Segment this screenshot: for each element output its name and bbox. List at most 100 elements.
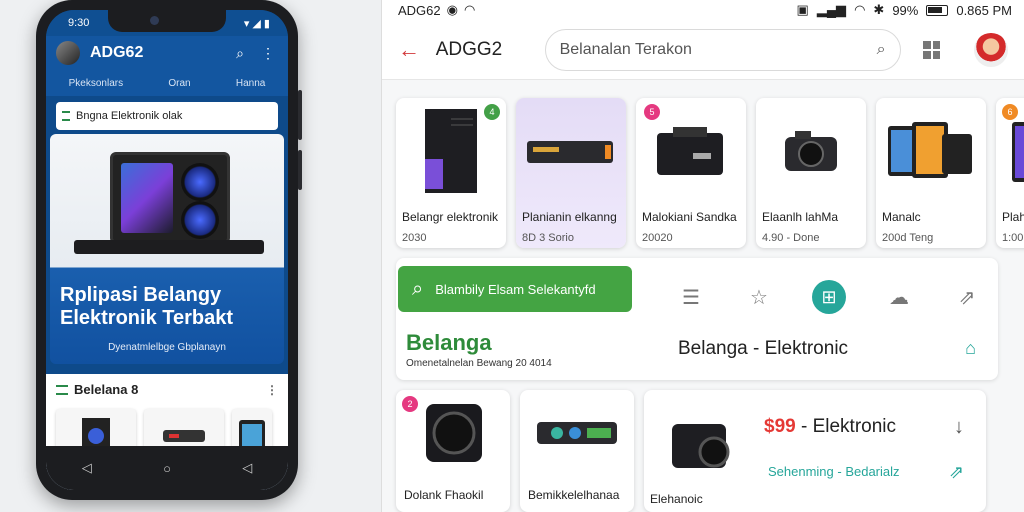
menu-lines-icon (62, 111, 70, 121)
power-button (298, 150, 302, 190)
phone-section-title: Belelana 8 (74, 382, 139, 397)
camera-image (785, 131, 837, 171)
card-badge: 6 (1002, 104, 1018, 120)
phone-search-text: Bngna Elektronik olak (76, 110, 183, 122)
featured-subtitle: Sehenming - Bedarialz (768, 464, 900, 479)
phone-app-bar: ADG62 ⌕ ⋮ (46, 36, 288, 70)
pc-tower-image (425, 109, 477, 193)
camera-icon: ◉ (446, 2, 458, 17)
speaker-monitor-image (110, 152, 230, 244)
device-stand-image (74, 240, 264, 254)
search-placeholder: Belanalan Terakon (559, 40, 692, 58)
gadget-image (537, 422, 617, 444)
phone-image (1012, 122, 1024, 182)
product-card-6[interactable]: 6 Plah 1:00 (996, 98, 1024, 248)
phone-tab-1[interactable]: Pkeksonlars (69, 78, 123, 89)
user-avatar[interactable] (974, 32, 1008, 67)
phone-tabs: Pkeksonlars Oran Hanna (46, 70, 288, 96)
phone-hero-title: Rplipasi Belangy Elektronik Terbakt (60, 284, 233, 330)
featured-price-value: $99 (764, 416, 796, 437)
status-time: 0.865 PM (956, 2, 1012, 18)
product-card-2[interactable]: Planianin elkanng 8D 3 Sorio (516, 98, 626, 248)
section-more-icon[interactable]: ⋮ (266, 383, 278, 397)
promo-brand-sub: Omenetalnelan Bewang 20 4014 (406, 358, 552, 369)
speaker-image (426, 404, 482, 462)
card-price: 2030 (402, 232, 427, 244)
vibrate-icon: ▣ (796, 2, 809, 17)
app-title: ADGG2 (435, 38, 503, 60)
grid-view-icon[interactable] (922, 40, 941, 59)
app-bar: ← ADGG2 Belanalan Terakon ⌕ (382, 20, 1024, 80)
phone-status-icons: ▾ ◢ ▮ (243, 17, 270, 30)
wifi-icon: ◠ (463, 2, 476, 17)
product-card-4[interactable]: Elaanlh lahMa 4.90 - Done (756, 98, 866, 248)
nav-home-icon[interactable]: ○ (163, 461, 171, 476)
nav-recent-icon[interactable]: ◁ (242, 460, 252, 476)
product-card-3[interactable]: 5 Malokiani Sandka 20020 (636, 98, 746, 248)
product-card-1[interactable]: 4 Belangr elektronik 2030 (396, 98, 506, 248)
promo-search-button[interactable]: ⌕ Blambily Elsam Selekantyfd (398, 266, 632, 312)
promo-button-label: Blambily Elsam Selekantyfd (435, 281, 596, 297)
phone-search-bar[interactable]: Bngna Elektronik olak (56, 102, 278, 130)
list-icon[interactable]: ☰ (676, 282, 706, 312)
grid-plus-icon[interactable]: ⊞ (812, 280, 846, 314)
search-field[interactable]: Belanalan Terakon ⌕ (544, 28, 901, 71)
featured-price: $99 - Elektronic (764, 416, 896, 438)
card-price: 1:00 (1002, 232, 1024, 244)
card-badge: 5 (644, 104, 660, 120)
wifi-icon-2: ◠ (854, 2, 866, 17)
featured-name: Elehanoic (650, 492, 703, 506)
card-name: Plah (1002, 210, 1024, 224)
phone-hero-banner[interactable]: Rplipasi Belangy Elektronik Terbakt Dyen… (50, 134, 284, 364)
star-icon[interactable]: ☆ (744, 282, 774, 312)
phone-mockup: 9:30 ▾ ◢ ▮ ADG62 ⌕ ⋮ Pkeksonlars Oran Ha… (36, 0, 302, 500)
back-arrow-icon[interactable]: ← (398, 37, 422, 63)
phone-notch (108, 10, 226, 32)
bottom-card-2[interactable]: Bemikkelelhanaa (520, 390, 634, 512)
phone-tab-2[interactable]: Oran (168, 78, 190, 89)
bluetooth-icon: ✱ (873, 2, 885, 17)
card-name: Bemikkelelhanaa (528, 488, 620, 502)
promo-action-icons: ☰ ☆ ⊞ ☁ ⇗ (676, 280, 982, 314)
card-name: Planianin elkanng (522, 210, 617, 224)
promo-center-title: Belanga - Elektronic (678, 338, 849, 359)
phone-app-title: ADG62 (90, 44, 144, 61)
more-menu-icon[interactable]: ⋮ (258, 45, 278, 62)
chat-icon[interactable]: ☁ (884, 282, 914, 312)
card-badge: 4 (484, 104, 500, 120)
phone-screen: 9:30 ▾ ◢ ▮ ADG62 ⌕ ⋮ Pkeksonlars Oran Ha… (46, 10, 288, 490)
phone-section-header: Belelana 8 ⋮ (56, 382, 278, 397)
card-price: 4.90 - Done (762, 232, 820, 244)
promo-brand: Belanga (406, 330, 492, 355)
volume-button (298, 90, 302, 140)
hero-title-line-1: Rplipasi Belangy (60, 284, 222, 306)
product-card-row: 4 Belangr elektronik 2030 Planianin elka… (396, 98, 1024, 248)
card-price: 20020 (642, 232, 673, 244)
card-name: Elaanlh lahMa (762, 210, 839, 224)
nav-back-icon[interactable]: ◁ (82, 460, 92, 476)
featured-product-card[interactable]: $99 - Elektronic Sehenming - Bedarialz E… (644, 390, 986, 512)
router-image (527, 141, 613, 163)
product-card-5[interactable]: Manalc 200d Teng (876, 98, 986, 248)
share-icon[interactable]: ⇗ (952, 282, 982, 312)
bottom-card-1[interactable]: 2 Dolank Fhaokil (396, 390, 510, 512)
card-name: Malokiani Sandka (642, 210, 737, 224)
router-icon (163, 430, 205, 442)
search-icon[interactable]: ⌕ (230, 45, 250, 62)
search-icon: ⌕ (412, 277, 424, 300)
card-name: Dolank Fhaokil (404, 488, 484, 502)
battery-icon (926, 4, 949, 16)
search-icon[interactable]: ⌕ (877, 41, 886, 59)
phone-nav-bar: ◁ ○ ◁ (46, 446, 288, 490)
card-badge: 2 (402, 396, 418, 412)
phone-status-time: 9:30 (68, 17, 90, 29)
status-app-label: ADG62 (398, 2, 441, 18)
app-logo-icon (56, 41, 80, 65)
camera-image (672, 424, 730, 468)
bottom-card-row: 2 Dolank Fhaokil Bemikkelelhanaa $99 - E… (396, 390, 986, 512)
promo-panel: ⌕ Blambily Elsam Selekantyfd ☰ ☆ ⊞ ☁ ⇗ B… (396, 258, 998, 380)
phone-tab-3[interactable]: Hanna (236, 78, 265, 89)
download-arrow-icon[interactable]: ↓ (954, 416, 964, 439)
share-arrow-icon[interactable]: ⇗ (949, 462, 964, 483)
home-icon[interactable]: ⌂ (965, 338, 976, 359)
